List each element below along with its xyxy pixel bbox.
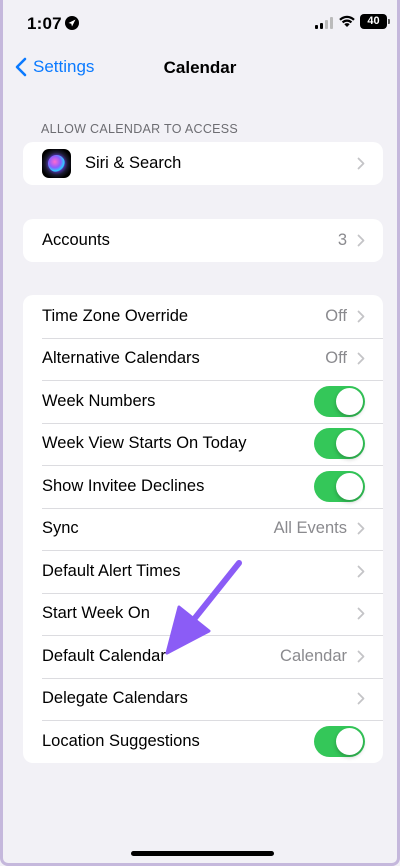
chevron-right-icon [357,692,365,705]
chevron-right-icon [357,522,365,535]
sync-label: Sync [42,519,79,538]
chevron-right-icon [357,607,365,620]
sync-value: All Events [273,519,347,538]
cellular-signal-icon [315,17,333,29]
section-header-allow-access: ALLOW CALENDAR TO ACCESS [41,122,239,136]
delegate-calendars-row[interactable]: Delegate Calendars [23,677,383,721]
location-suggestions-label: Location Suggestions [42,731,200,750]
show-invitee-declines-toggle[interactable] [314,470,365,502]
alternative-calendars-row[interactable]: Alternative Calendars Off [23,337,383,381]
location-suggestions-toggle[interactable] [314,725,365,757]
week-view-starts-today-label: Week View Starts On Today [42,434,247,453]
location-suggestions-row: Location Suggestions [23,720,383,763]
page-title: Calendar [163,58,237,77]
location-icon [65,16,79,30]
battery-icon: 40 [360,14,390,29]
chevron-right-icon [357,234,365,247]
week-view-starts-today-toggle[interactable] [314,428,365,460]
navigation-bar: Settings Calendar [3,46,397,90]
toggle-knob [336,430,363,458]
week-numbers-toggle[interactable] [314,385,365,417]
toggle-knob [336,727,363,755]
chevron-right-icon [357,310,365,323]
chevron-right-icon [357,650,365,663]
alternative-calendars-value: Off [325,349,347,368]
show-invitee-declines-row: Show Invitee Declines [23,465,383,508]
chevron-right-icon [357,352,365,365]
time-zone-override-value: Off [325,306,347,325]
week-numbers-row: Week Numbers [23,380,383,423]
toggle-knob [336,387,363,415]
annotation-arrow-icon [165,560,242,655]
status-time: 1:07 [27,14,62,33]
default-calendar-value: Calendar [280,646,347,665]
siri-search-label: Siri & Search [85,153,182,172]
accounts-count: 3 [337,230,347,249]
settings-screen: 1:07 40 Settings Calendar ALLOW CALENDAR… [0,0,400,866]
accounts-row[interactable]: Accounts 3 [23,219,383,262]
chevron-right-icon [357,565,365,578]
accounts-group: Accounts 3 [23,219,383,262]
access-group: Siri & Search [23,142,383,185]
sync-row[interactable]: Sync All Events [23,507,383,551]
week-numbers-label: Week Numbers [42,391,156,410]
accounts-label: Accounts [42,230,110,249]
time-zone-override-label: Time Zone Override [42,306,189,325]
chevron-right-icon [357,157,365,170]
alternative-calendars-label: Alternative Calendars [42,349,200,368]
siri-icon [42,148,71,178]
time-zone-override-row[interactable]: Time Zone Override Off [23,295,383,338]
settings-group: Time Zone Override Off Alternative Calen… [23,295,383,763]
status-bar: 1:07 40 [3,0,397,46]
home-indicator [131,851,274,856]
toggle-knob [336,472,363,500]
show-invitee-declines-label: Show Invitee Declines [42,476,205,495]
week-view-starts-today-row: Week View Starts On Today [23,422,383,466]
wifi-icon [338,14,356,33]
siri-search-row[interactable]: Siri & Search [23,142,383,185]
delegate-calendars-label: Delegate Calendars [42,689,188,708]
